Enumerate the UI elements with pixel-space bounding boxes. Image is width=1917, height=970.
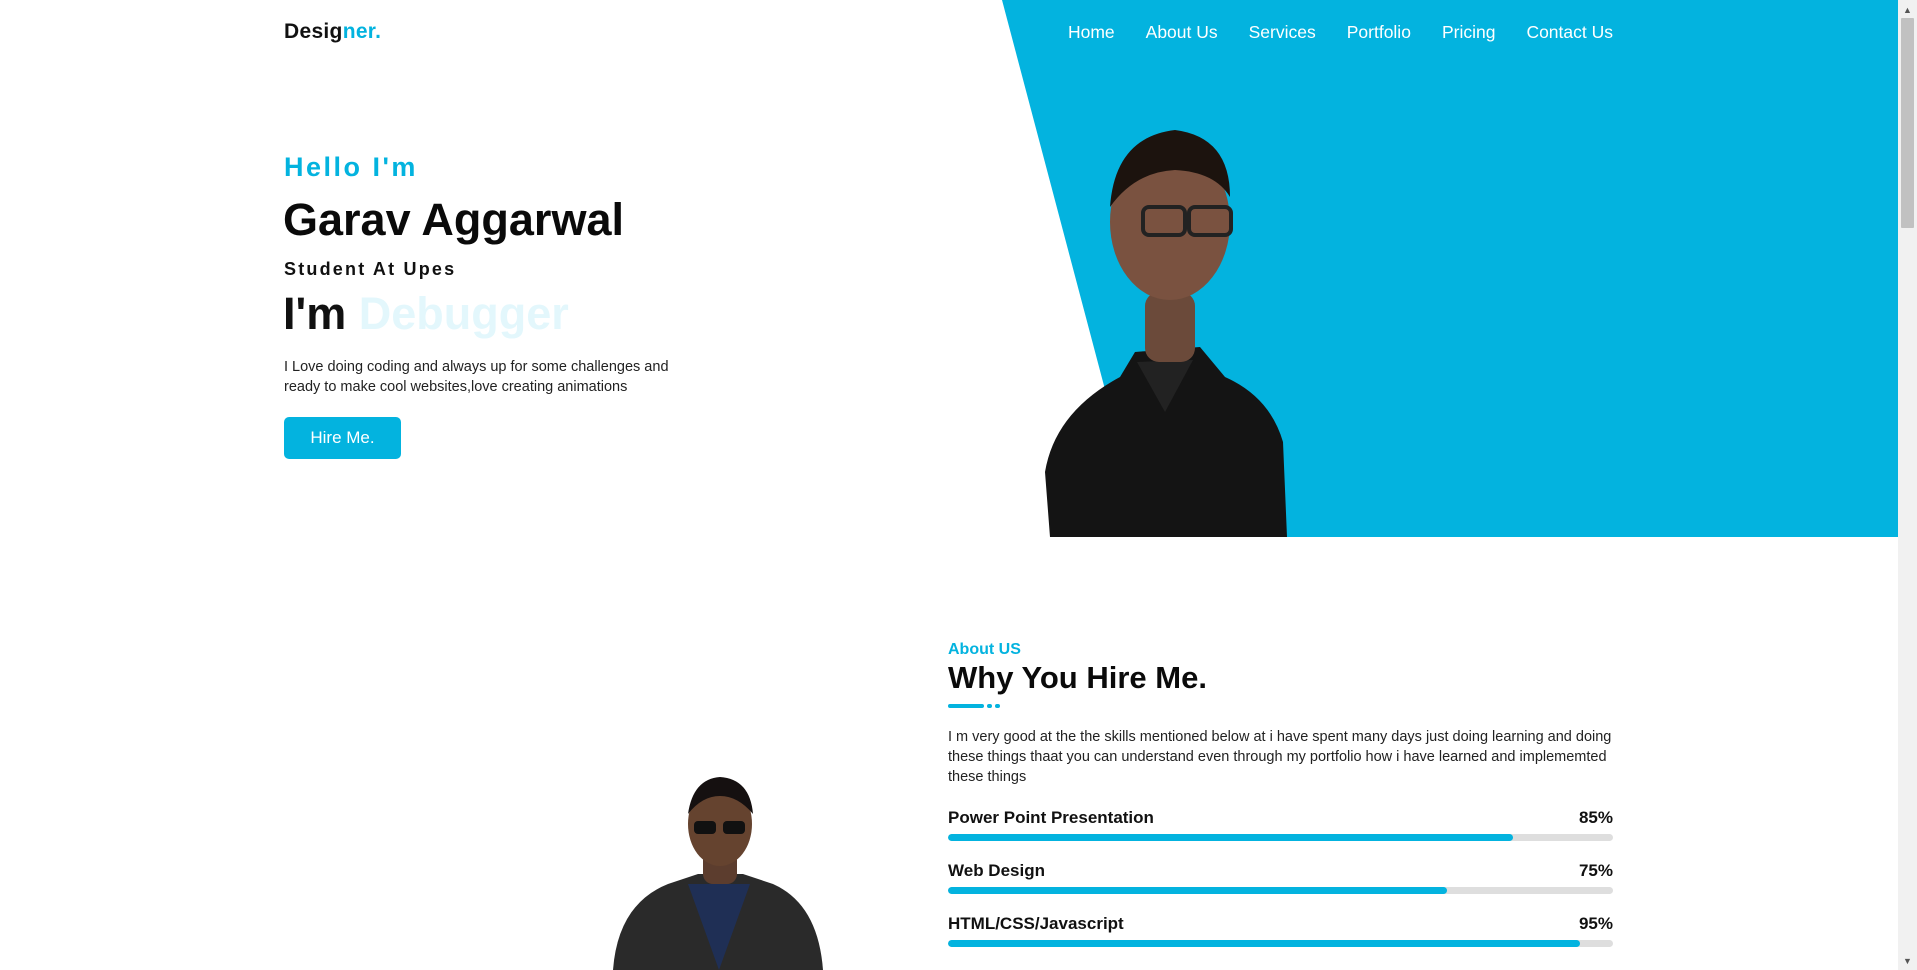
scrollbar-thumb[interactable] — [1901, 18, 1914, 228]
vertical-scrollbar[interactable]: ▲ ▼ — [1898, 0, 1917, 970]
about-portrait-image — [613, 777, 823, 970]
skill-item: Power Point Presentation 85% — [948, 808, 1613, 861]
skill-item: Web Design 75% — [948, 861, 1613, 914]
skill-progress-track — [948, 834, 1613, 841]
title-divider — [948, 704, 1000, 708]
page: Designer. Home About Us Services Portfol… — [0, 0, 1898, 970]
scroll-down-arrow-icon[interactable]: ▼ — [1903, 956, 1912, 966]
skill-percent: 95% — [1578, 914, 1613, 933]
divider-bar — [948, 704, 984, 708]
nav-home[interactable]: Home — [1068, 22, 1115, 43]
logo-accent: ner. — [342, 20, 382, 43]
typed-prefix: I'm — [283, 288, 347, 339]
scroll-up-arrow-icon[interactable]: ▲ — [1903, 5, 1912, 15]
skill-progress-fill — [948, 834, 1514, 841]
divider-dot — [995, 704, 1000, 708]
hire-me-button[interactable]: Hire Me. — [284, 417, 401, 459]
hero-role: Student At Upes — [284, 259, 457, 279]
hero-portrait-image — [1045, 130, 1287, 537]
skill-percent: 85% — [1578, 808, 1613, 827]
nav-services[interactable]: Services — [1249, 22, 1316, 43]
nav-pricing[interactable]: Pricing — [1442, 22, 1496, 43]
skill-progress-track — [948, 940, 1613, 947]
skill-progress-fill — [948, 887, 1447, 894]
about-title: Why You Hire Me. — [948, 660, 1207, 695]
typed-word: Debugger — [358, 288, 569, 339]
about-text: I m very good at the the skills mentione… — [948, 729, 1612, 785]
logo-main: Desig — [284, 20, 343, 43]
hero-intro: I Love doing coding and always up for so… — [284, 359, 669, 395]
skill-item: HTML/CSS/Javascript 95% — [948, 914, 1613, 967]
hero-name: Garav Aggarwal — [283, 194, 624, 245]
skill-name: HTML/CSS/Javascript — [948, 914, 1124, 933]
hero-typed-line: I'm Debugger — [283, 288, 569, 340]
skill-progress-track — [948, 887, 1613, 894]
main-nav: Home About Us Services Portfolio Pricing… — [1068, 22, 1613, 43]
skill-progress-fill — [948, 940, 1580, 947]
nav-about-us[interactable]: About Us — [1146, 22, 1218, 43]
hero-greeting: Hello I'm — [284, 152, 418, 182]
skill-name: Power Point Presentation — [948, 808, 1154, 827]
divider-dot — [987, 704, 992, 708]
nav-portfolio[interactable]: Portfolio — [1347, 22, 1411, 43]
skill-percent: 75% — [1578, 861, 1613, 880]
logo[interactable]: Designer. — [284, 20, 381, 44]
skills-list: Power Point Presentation 85% Web Design … — [948, 808, 1613, 967]
skill-name: Web Design — [948, 861, 1045, 880]
nav-contact-us[interactable]: Contact Us — [1526, 22, 1613, 43]
about-tag: About US — [948, 641, 1021, 658]
